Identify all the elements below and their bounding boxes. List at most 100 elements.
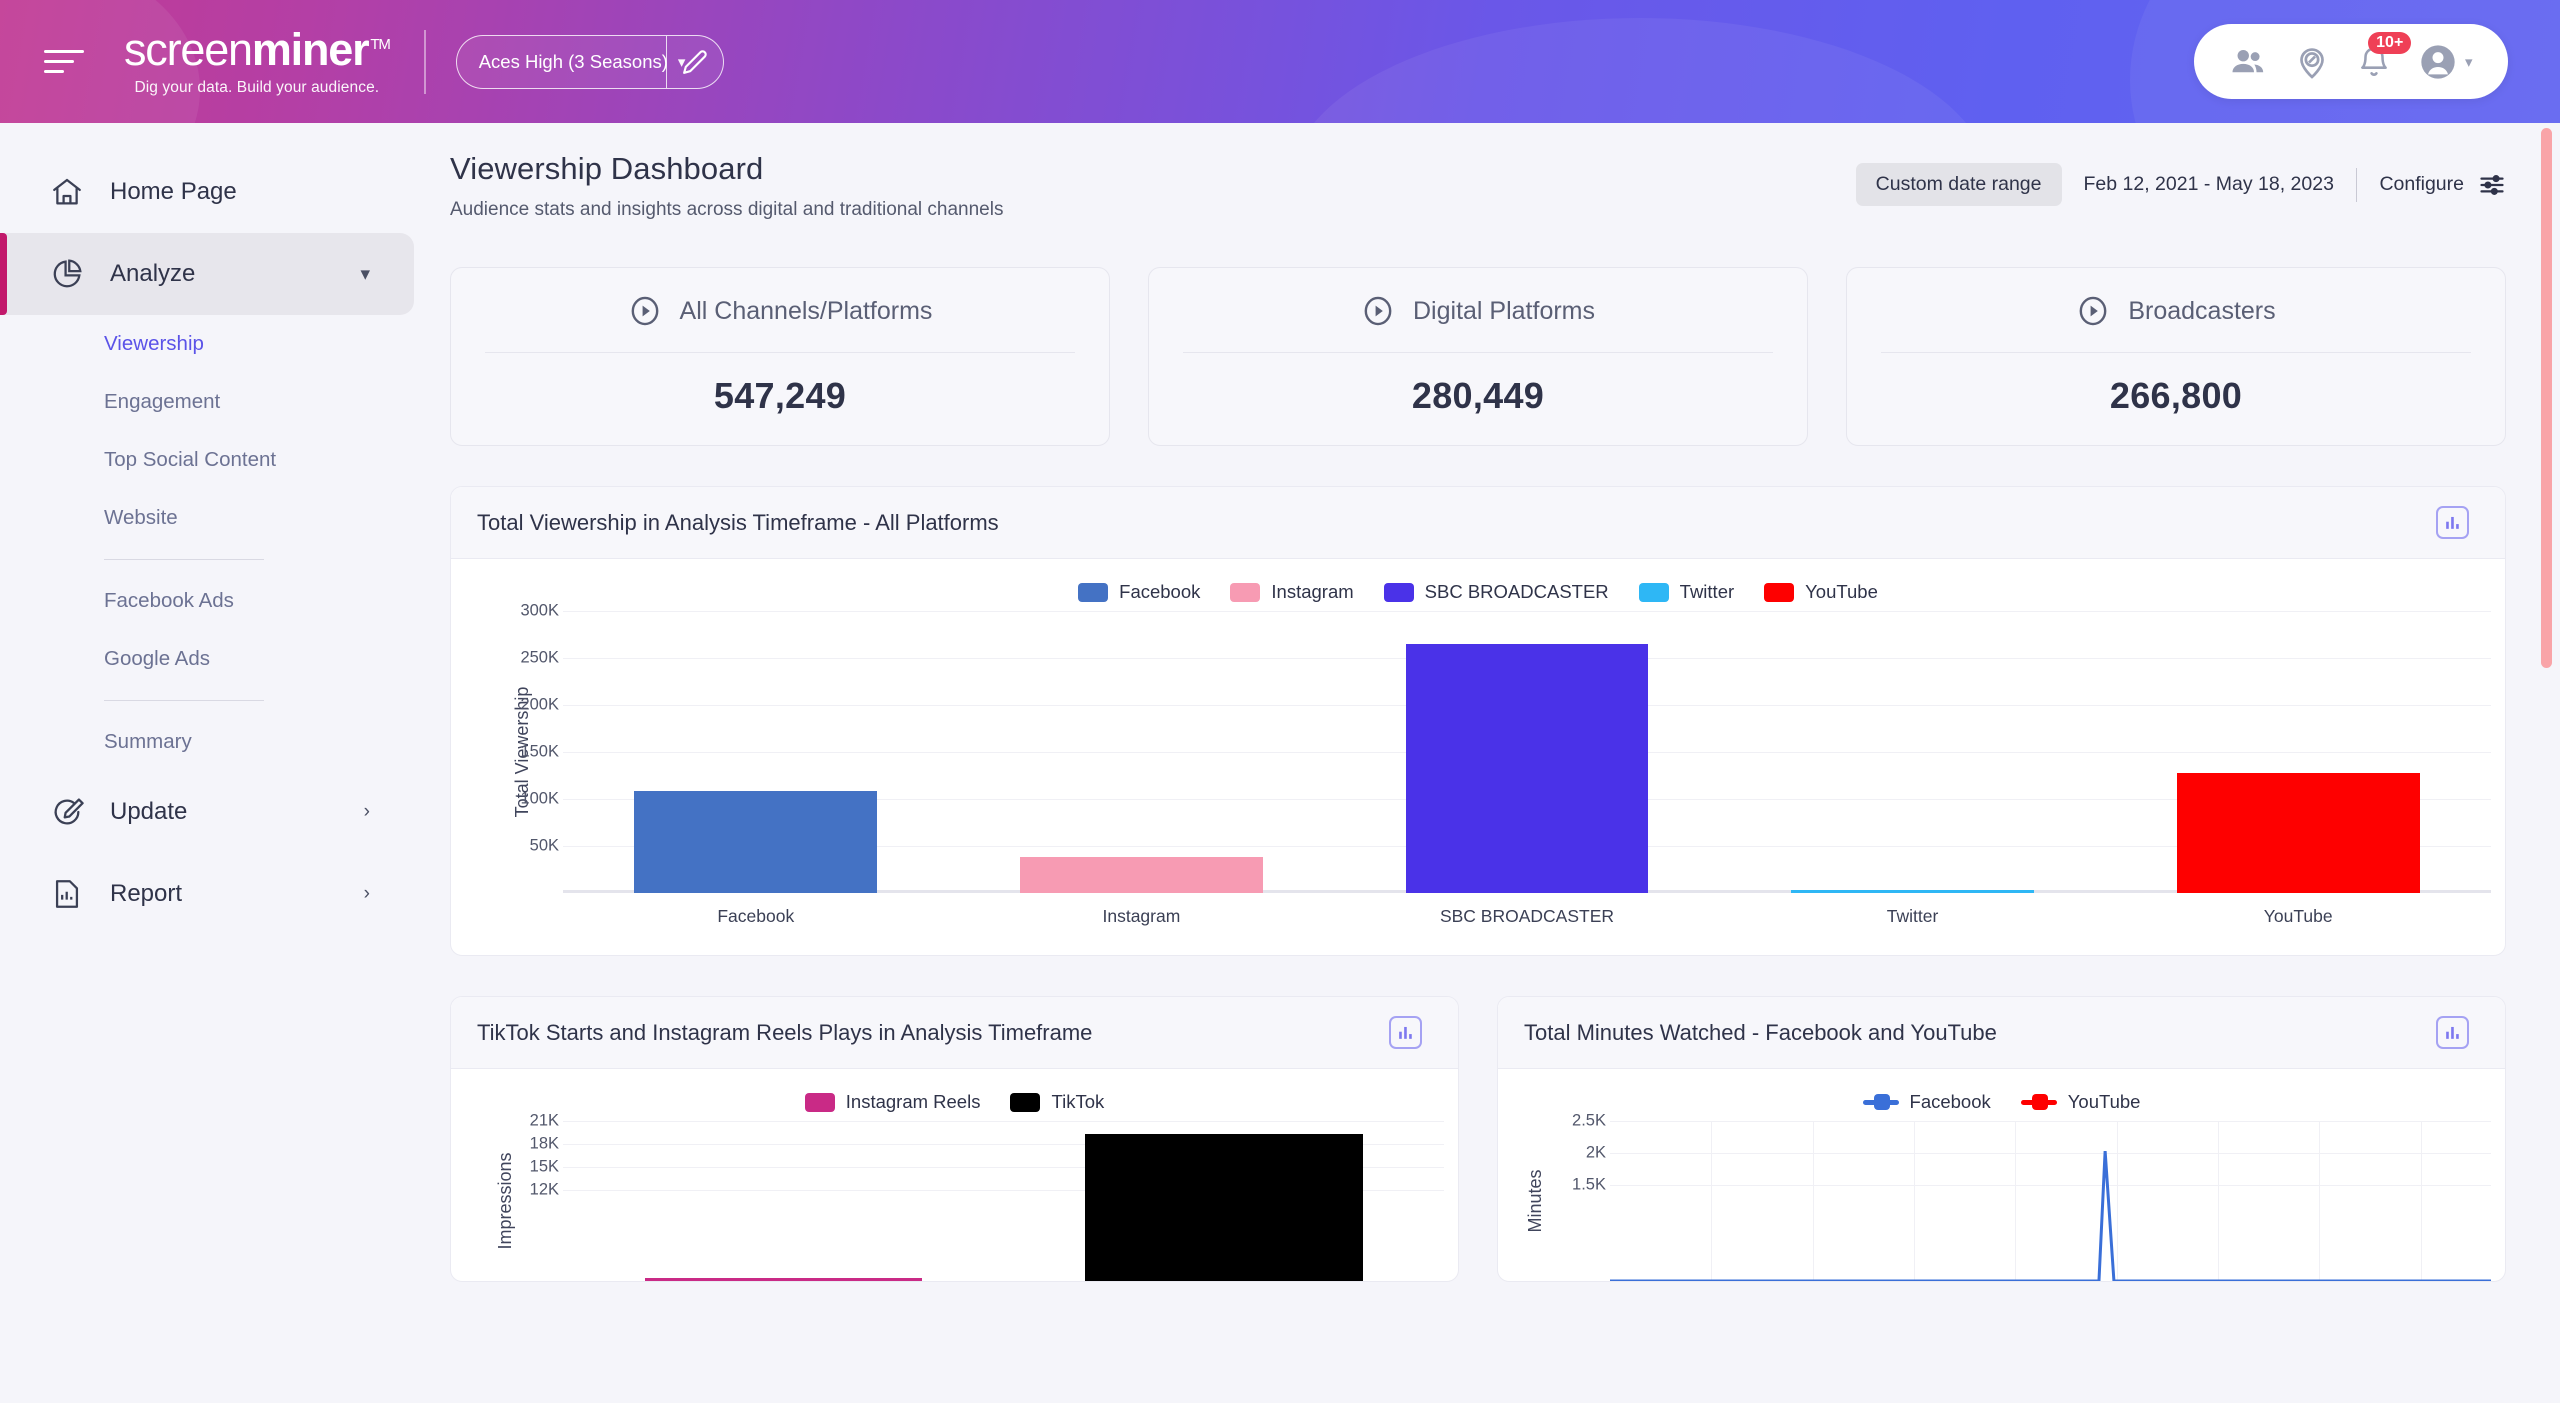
legend-swatch — [1862, 1093, 1899, 1110]
sidebar-item-update[interactable]: Update › — [0, 771, 414, 853]
user-account-menu[interactable]: ▾ — [2418, 42, 2473, 82]
project-select-value-wrap[interactable]: Aces High (3 Seasons) ▾ — [457, 36, 686, 88]
kpi-title: All Channels/Platforms — [679, 296, 933, 325]
legend-swatch — [1383, 582, 1414, 602]
legend-swatch — [1230, 582, 1261, 602]
chevron-right-icon: › — [363, 801, 370, 822]
avatar — [2421, 44, 2455, 79]
x-axis-label: Facebook — [717, 906, 795, 926]
y-axis-tick: 21K — [529, 1111, 559, 1130]
home-icon — [53, 178, 81, 205]
legend-item[interactable]: SBC BROADCASTER — [1383, 581, 1609, 603]
chart-bars — [563, 611, 2491, 893]
legend-label: YouTube — [2067, 1091, 2141, 1112]
tools-divider — [2355, 167, 2358, 202]
chevron-down-icon: ▾ — [677, 53, 686, 71]
page-title: Viewership Dashboard — [450, 151, 764, 186]
chart-legend: Instagram Reels TikTok — [451, 1069, 1458, 1121]
sidebar-item-report[interactable]: Report › — [0, 853, 414, 935]
location-pin-icon[interactable] — [2294, 44, 2330, 80]
kpi-head: All Channels/Platforms — [461, 294, 1099, 328]
y-axis-ticks: 300K 250K 200K 150K 100K 50K — [485, 602, 559, 893]
card-header: Total Minutes Watched - Facebook and You… — [1498, 997, 2505, 1069]
kpi-value: 280,449 — [1411, 375, 1545, 416]
bar-slot — [563, 1121, 1004, 1281]
sidebar-item-label: Home Page — [110, 178, 237, 205]
custom-date-range-button[interactable]: Custom date range — [1855, 163, 2062, 206]
kpi-head: Broadcasters — [1857, 294, 2495, 328]
configure-button[interactable]: Configure — [2379, 171, 2506, 199]
sidebar-item-top-social-content[interactable]: Top Social Content — [104, 431, 414, 489]
kpi-head: Digital Platforms — [1159, 294, 1797, 328]
bar[interactable] — [1405, 643, 1649, 893]
y-axis-tick: 300K — [520, 601, 559, 620]
project-selector[interactable]: Aces High (3 Seasons) ▾ — [455, 34, 724, 89]
page-scrollbar[interactable] — [2541, 128, 2552, 668]
top-bar: screenminer TM Dig your data. Build your … — [0, 0, 2560, 123]
date-range-value[interactable]: Feb 12, 2021 - May 18, 2023 — [2084, 173, 2334, 196]
chart-bars — [563, 1121, 1444, 1281]
legend-item[interactable]: Twitter — [1638, 581, 1734, 603]
y-axis-tick: 200K — [520, 695, 559, 714]
sidebar: Home Page Analyze ▾ Viewership Engagemen… — [0, 123, 414, 1403]
sidebar-item-engagement[interactable]: Engagement — [104, 373, 414, 431]
bar[interactable] — [634, 790, 878, 893]
sidebar-item-viewership[interactable]: Viewership — [104, 315, 414, 373]
bar[interactable] — [644, 1278, 922, 1281]
card-header: Total Viewership in Analysis Timeframe -… — [451, 487, 2505, 559]
sidebar-item-analyze[interactable]: Analyze ▾ — [0, 233, 414, 315]
legend-label: Facebook — [1909, 1091, 1991, 1112]
legend-item[interactable]: Facebook — [1078, 581, 1200, 603]
y-axis-tick: 250K — [520, 648, 559, 667]
brand-wordmark: screenminer TM — [124, 27, 391, 72]
main-content: Viewership Dashboard Audience stats and … — [414, 123, 2560, 1403]
legend-label: YouTube — [1805, 581, 1878, 602]
users-icon[interactable] — [2229, 43, 2267, 81]
kpi-value: 266,800 — [2109, 375, 2243, 416]
chart-type-toggle-icon[interactable] — [1389, 1016, 1422, 1049]
bar-chart-icon — [2446, 516, 2459, 529]
chart-type-toggle-icon[interactable] — [2436, 1016, 2469, 1049]
hamburger-menu-icon[interactable] — [44, 45, 86, 79]
sidebar-item-summary[interactable]: Summary — [104, 713, 414, 771]
legend-item[interactable]: TikTok — [1010, 1091, 1104, 1113]
chart-type-toggle-icon[interactable] — [2436, 506, 2469, 539]
chart-plot-area: Impressions 21K 18K 15K 12K — [451, 1112, 1458, 1281]
sidebar-item-website[interactable]: Website — [104, 489, 414, 547]
bar[interactable] — [1019, 857, 1263, 893]
decorative-blob — [1290, 18, 1990, 123]
card-title: Total Minutes Watched - Facebook and You… — [1524, 1019, 1997, 1045]
notifications-bell-icon[interactable]: 10+ — [2357, 31, 2412, 79]
subnav-divider — [104, 700, 264, 701]
chart-card-tiktok-reels: TikTok Starts and Instagram Reels Plays … — [450, 996, 1459, 1282]
chevron-down-icon: ▾ — [360, 263, 370, 285]
report-document-icon — [55, 880, 79, 908]
x-axis-label: SBC BROADCASTER — [1439, 906, 1615, 926]
sidebar-item-home-page[interactable]: Home Page — [0, 151, 414, 233]
legend-item[interactable]: YouTube — [1764, 581, 1878, 603]
sidebar-item-facebook-ads[interactable]: Facebook Ads — [104, 572, 414, 630]
legend-label: TikTok — [1051, 1091, 1105, 1112]
app-body: Home Page Analyze ▾ Viewership Engagemen… — [0, 123, 2560, 1403]
bar-slot — [1334, 611, 1720, 893]
bar[interactable] — [2176, 772, 2420, 893]
sidebar-item-google-ads[interactable]: Google Ads — [104, 630, 414, 688]
legend-item[interactable]: Facebook — [1862, 1091, 1991, 1113]
legend-label: Facebook — [1119, 581, 1201, 602]
legend-item[interactable]: Instagram Reels — [804, 1091, 980, 1113]
chevron-right-icon: › — [363, 883, 370, 904]
y-axis-tick: 2.5K — [1572, 1111, 1606, 1130]
bar[interactable] — [1085, 1133, 1363, 1281]
chart-legend: Facebook Instagram SBC BROADCASTER Twitter Y… — [451, 559, 2505, 611]
bar-chart-icon — [1399, 1026, 1412, 1039]
legend-item[interactable]: YouTube — [2020, 1091, 2141, 1113]
brand-tagline: Dig your data. Build your audience. — [134, 78, 380, 96]
bar[interactable] — [1791, 890, 2035, 893]
pencil-icon — [682, 49, 707, 74]
kpi-title: Broadcasters — [2128, 296, 2276, 325]
legend-item[interactable]: Instagram — [1230, 581, 1354, 603]
legend-swatch — [1010, 1092, 1041, 1112]
edit-project-button[interactable] — [665, 35, 723, 88]
page-header-text: Viewership Dashboard Audience stats and … — [450, 151, 1003, 221]
kpi-value: 547,249 — [713, 375, 847, 416]
